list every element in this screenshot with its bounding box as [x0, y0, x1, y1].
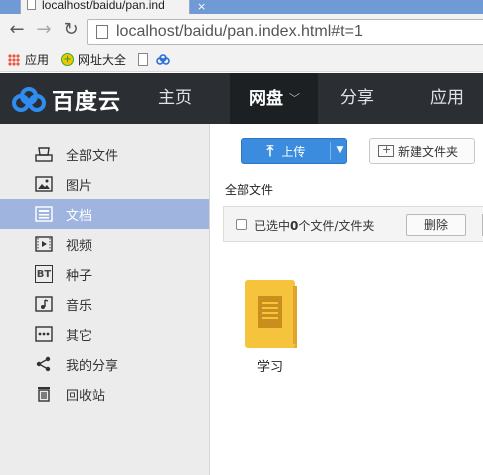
url-text[interactable]: localhost/baidu/pan.index.html#t=1 — [116, 23, 363, 41]
back-icon[interactable]: ← — [8, 21, 26, 39]
bookmark-page-icon[interactable] — [138, 53, 149, 66]
sidebar: 全部文件 图片 文档 视频 BT 种子 音乐 其它 我的分享 回收站 — [0, 124, 210, 475]
sidebar-item-videos[interactable]: 视频 — [0, 229, 209, 259]
sidebar-item-pictures[interactable]: 图片 — [0, 169, 209, 199]
sidebar-item-label: 文档 — [66, 208, 93, 224]
nav-apps[interactable]: 应用 — [430, 73, 464, 124]
nav-share[interactable]: 分享 — [340, 73, 374, 124]
selection-status: 已选中0个文件/文件夹 — [254, 217, 374, 234]
selection-bar: 已选中0个文件/文件夹 删除 — [223, 206, 483, 242]
forward-icon[interactable]: → — [35, 21, 53, 39]
bookmark-label: 网址大全 — [78, 53, 127, 67]
sidebar-item-torrents[interactable]: BT 种子 — [0, 259, 209, 289]
upload-main[interactable]: ⤒ 上传 — [242, 139, 330, 163]
nav-netdisk-label: 网盘 — [249, 89, 283, 109]
apps-grid-icon — [8, 53, 20, 66]
music-icon — [35, 295, 53, 313]
upload-dropdown-icon[interactable]: ▼ — [334, 139, 346, 163]
baidu-cloud-bookmark-icon[interactable] — [156, 53, 170, 66]
video-icon — [35, 235, 53, 253]
new-folder-button[interactable]: 新建文件夹 — [369, 138, 475, 164]
all-files-icon — [35, 145, 53, 163]
breadcrumb[interactable]: 全部文件 — [225, 181, 273, 198]
sidebar-item-label: 回收站 — [66, 388, 106, 404]
logo-text: 百度云 — [52, 90, 122, 115]
bookmark-label: 应用 — [25, 53, 50, 67]
sidebar-item-all-files[interactable]: 全部文件 — [0, 139, 209, 169]
selection-suffix: 个文件/文件夹 — [298, 219, 375, 233]
sidebar-item-label: 全部文件 — [66, 148, 119, 164]
sidebar-item-label: 音乐 — [66, 298, 93, 314]
nav-home[interactable]: 主页 — [158, 73, 192, 124]
browser-tabstrip: localhost/baidu/pan.ind × — [0, 0, 483, 14]
logo[interactable]: 百度云 — [12, 84, 121, 116]
sidebar-item-label: 其它 — [66, 328, 93, 344]
address-bar[interactable]: localhost/baidu/pan.index.html#t=1 — [87, 19, 483, 45]
tab-title: localhost/baidu/pan.ind — [42, 0, 165, 12]
sidebar-item-other[interactable]: 其它 — [0, 319, 209, 349]
share-icon — [35, 355, 53, 373]
sidebar-item-recycle-bin[interactable]: 回收站 — [0, 379, 209, 409]
chevron-down-icon: ﹀ — [289, 92, 300, 105]
main-panel: ⤒ 上传 ▼ 新建文件夹 全部文件 已选中0个文件/文件夹 删除 学习 — [211, 124, 483, 475]
recycle-bin-icon — [35, 385, 53, 403]
page-icon — [96, 25, 108, 39]
sidebar-item-label: 图片 — [66, 178, 93, 194]
picture-icon — [35, 175, 53, 193]
new-folder-icon — [378, 143, 394, 157]
document-icon — [35, 205, 53, 223]
select-all-checkbox[interactable] — [236, 219, 247, 230]
close-tab-icon[interactable]: × — [197, 0, 206, 13]
sidebar-item-documents[interactable]: 文档 — [0, 199, 209, 229]
sidebar-item-music[interactable]: 音乐 — [0, 289, 209, 319]
sidebar-item-label: 视频 — [66, 238, 93, 254]
selection-prefix: 已选中 — [254, 219, 291, 233]
folder-icon — [245, 280, 297, 348]
file-name: 学习 — [256, 360, 283, 375]
new-folder-label: 新建文件夹 — [398, 144, 459, 159]
upload-button[interactable]: ⤒ 上传 ▼ — [241, 138, 347, 164]
bookmarks-bar: 应用 + 网址大全 — [0, 48, 483, 72]
delete-button[interactable]: 删除 — [406, 214, 466, 236]
upload-label: 上传 — [281, 144, 306, 159]
reload-icon[interactable]: ↻ — [62, 21, 80, 39]
sidebar-item-my-shares[interactable]: 我的分享 — [0, 349, 209, 379]
file-item[interactable]: 学习 — [243, 278, 303, 375]
app-header: 百度云 主页 网盘 ﹀ 分享 应用 — [0, 73, 483, 124]
bookmark-hao123[interactable]: + 网址大全 — [61, 51, 126, 68]
upload-divider — [330, 142, 331, 160]
nav-netdisk[interactable]: 网盘 ﹀ — [230, 73, 318, 124]
sidebar-item-label: 我的分享 — [66, 358, 119, 374]
page-icon — [27, 0, 36, 10]
browser-toolbar: ← → ↻ localhost/baidu/pan.index.html#t=1 — [0, 14, 483, 48]
hao123-icon: + — [61, 53, 75, 66]
sidebar-item-label: 种子 — [66, 268, 93, 284]
browser-tab[interactable]: localhost/baidu/pan.ind — [20, 0, 190, 14]
other-icon — [35, 325, 53, 343]
upload-arrow-icon: ⤒ — [266, 142, 274, 160]
baidu-cloud-logo-icon — [12, 87, 46, 112]
bookmark-apps[interactable]: 应用 — [8, 51, 49, 68]
torrent-icon: BT — [35, 265, 53, 283]
